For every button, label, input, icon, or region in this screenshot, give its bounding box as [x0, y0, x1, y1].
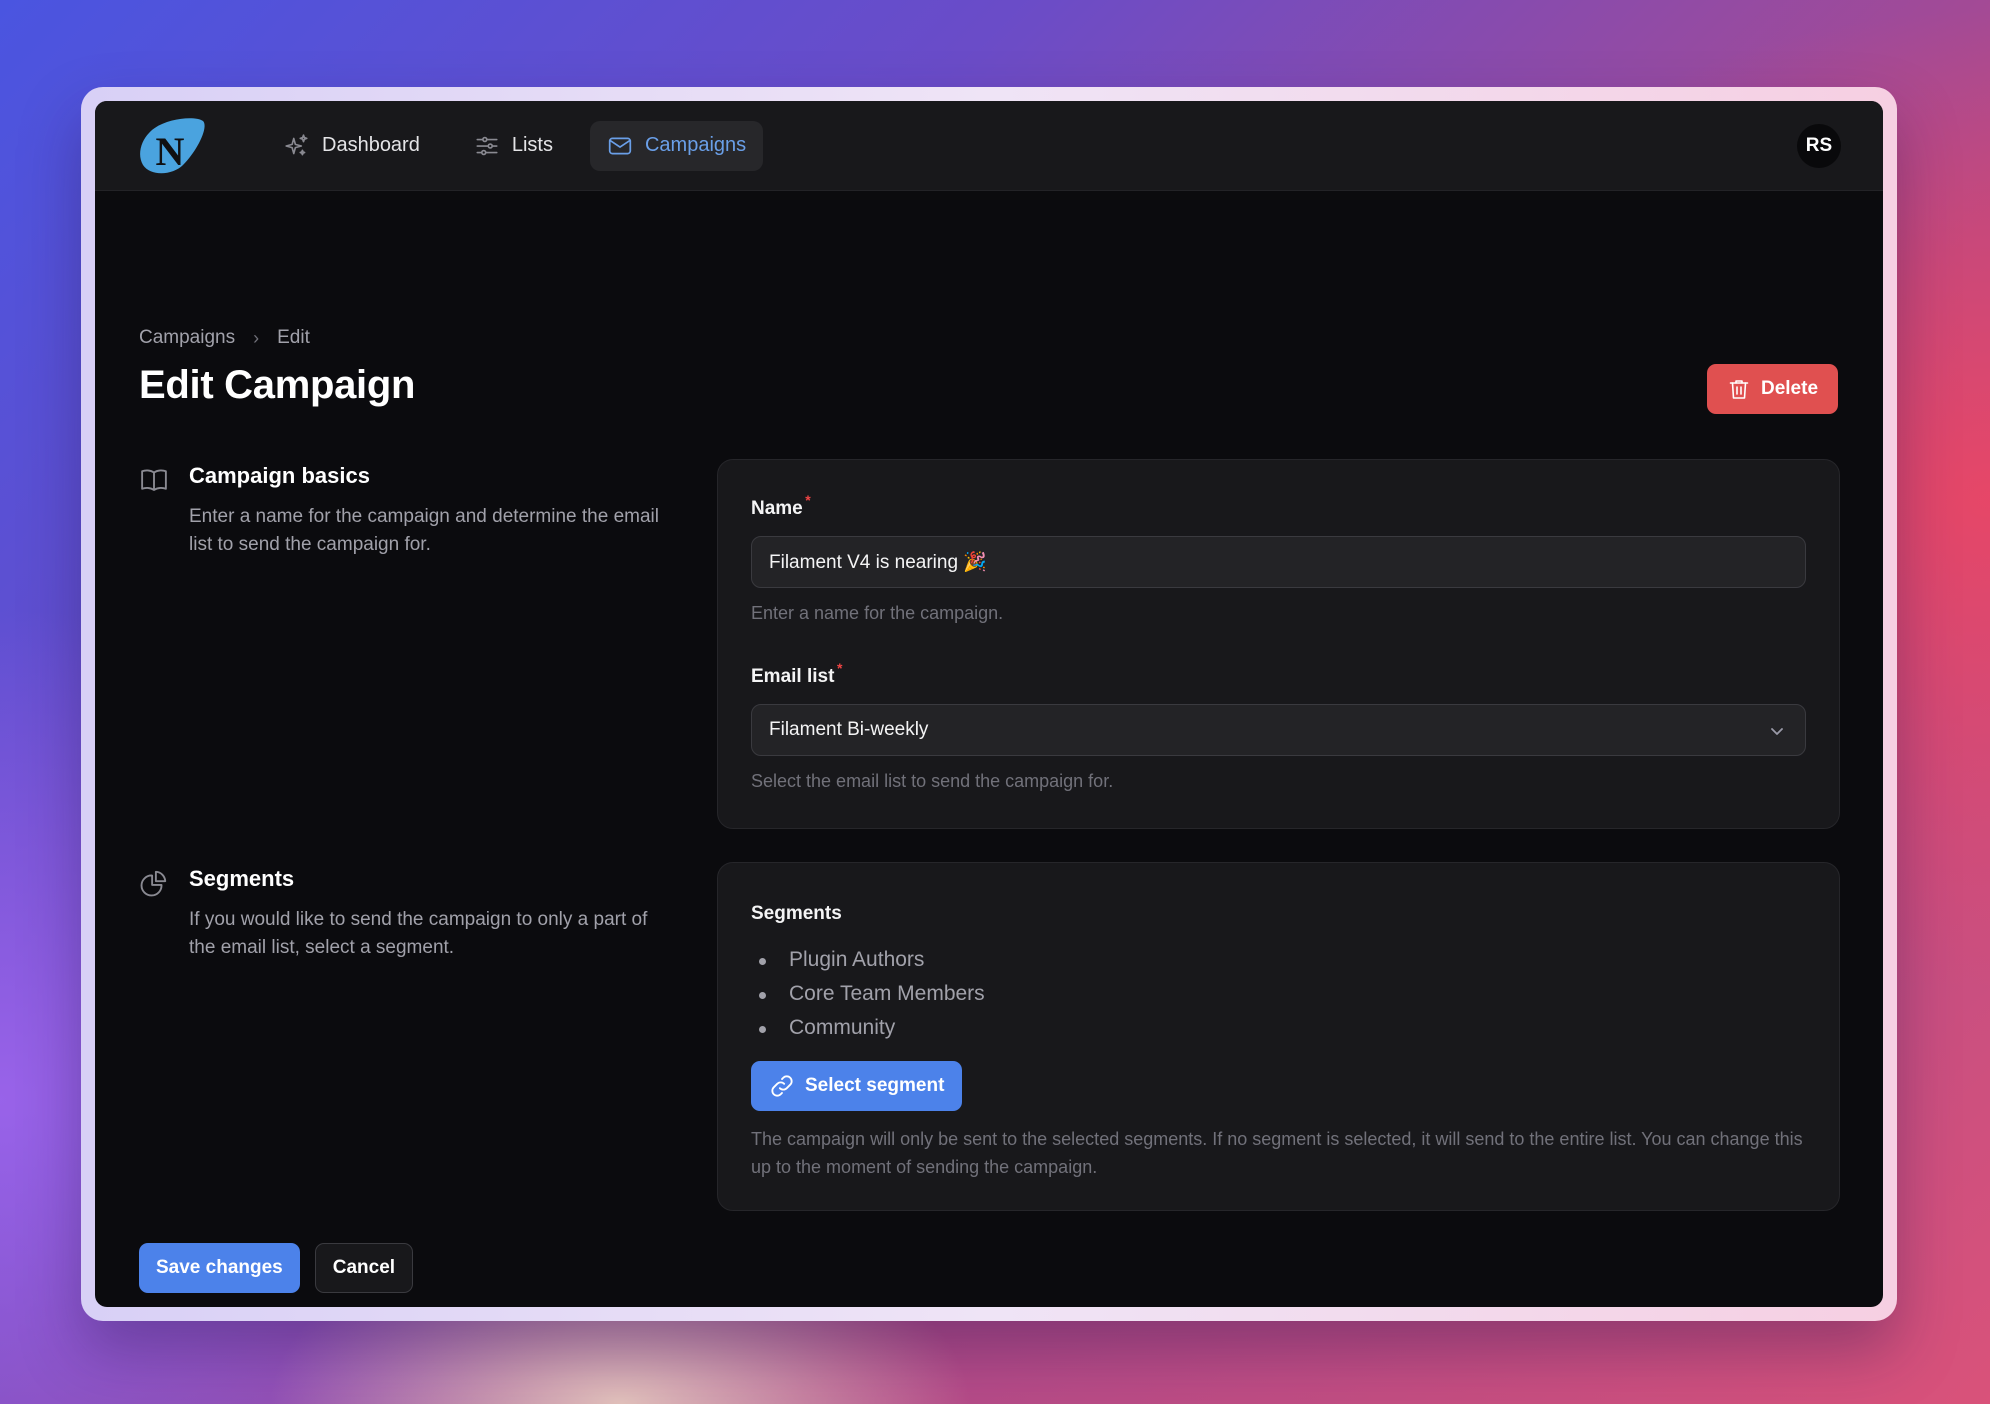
cancel-button[interactable]: Cancel [314, 1243, 414, 1293]
email-list-selected: Filament Bi-weekly [769, 719, 929, 740]
segments-label: Segments [751, 903, 842, 924]
email-list-label: Email list * [751, 660, 843, 687]
nav-label: Dashboard [322, 134, 420, 156]
brand-logo[interactable]: N [139, 117, 207, 175]
top-navigation-bar: N Dashboard Lists Campaigns RS [95, 101, 1883, 191]
trash-icon [1729, 380, 1749, 399]
email-list-hint: Select the email list to send the campai… [751, 771, 1114, 791]
sliders-icon [476, 136, 498, 155]
name-label: Name * [751, 492, 811, 519]
nav-label: Campaigns [644, 134, 747, 156]
segments-note: The campaign will only be sent to the se… [751, 1129, 1803, 1177]
nav-item-dashboard[interactable]: Dashboard [267, 121, 437, 171]
required-mark: * [805, 492, 811, 508]
section-description: If you would like to send the campaign t… [189, 909, 648, 958]
section-description: Enter a name for the campaign and determ… [189, 506, 659, 555]
breadcrumb-campaigns-link[interactable]: Campaigns [139, 327, 235, 349]
select-segment-button[interactable]: Select segment [751, 1061, 963, 1111]
form-actions: Save changes Cancel [139, 1243, 414, 1293]
select-segment-label: Select segment [805, 1075, 945, 1096]
sparkles-icon [285, 133, 308, 155]
app-window: N Dashboard Lists Campaigns RS Campaigns… [95, 101, 1883, 1307]
page-title: Edit Campaign [139, 363, 416, 407]
required-mark: * [836, 660, 843, 676]
section-title: Segments [189, 866, 295, 891]
chevron-right-icon: › [253, 327, 260, 348]
nav-label: Lists [511, 134, 553, 156]
segment-item: Plugin Authors [751, 943, 1806, 977]
delete-button[interactable]: Delete [1707, 364, 1838, 414]
breadcrumb-current: Edit [277, 327, 310, 348]
book-open-icon [141, 469, 167, 491]
chart-pie-icon [140, 870, 167, 897]
section-title: Campaign basics [189, 463, 370, 488]
segments-card: Segments Plugin Authors Core Team Member… [717, 862, 1840, 1211]
segment-item: Core Team Members [751, 977, 1806, 1011]
envelope-icon [608, 137, 632, 154]
user-avatar[interactable]: RS [1797, 124, 1841, 168]
delete-label: Delete [1760, 378, 1819, 399]
link-icon [771, 1075, 793, 1097]
save-changes-button[interactable]: Save changes [139, 1243, 300, 1293]
nav-item-lists[interactable]: Lists [457, 121, 570, 171]
segment-item: Community [751, 1011, 1806, 1045]
svg-text:N: N [156, 129, 185, 174]
name-input[interactable]: Filament V4 is nearing 🎉 [751, 536, 1806, 588]
nav-item-campaigns[interactable]: Campaigns [589, 120, 764, 171]
segments-list: Plugin Authors Core Team Members Communi… [751, 943, 1806, 1045]
breadcrumb: Campaigns › Edit [139, 327, 310, 349]
chevron-down-icon [1771, 728, 1783, 735]
section-segments: Segments If you would like to send the c… [139, 866, 679, 962]
section-campaign-basics: Campaign basics Enter a name for the cam… [139, 463, 679, 559]
name-hint: Enter a name for the campaign. [751, 603, 1004, 623]
email-list-select[interactable]: Filament Bi-weekly [751, 704, 1806, 756]
campaign-basics-card: Name * Filament V4 is nearing 🎉 Enter a n… [717, 459, 1840, 829]
